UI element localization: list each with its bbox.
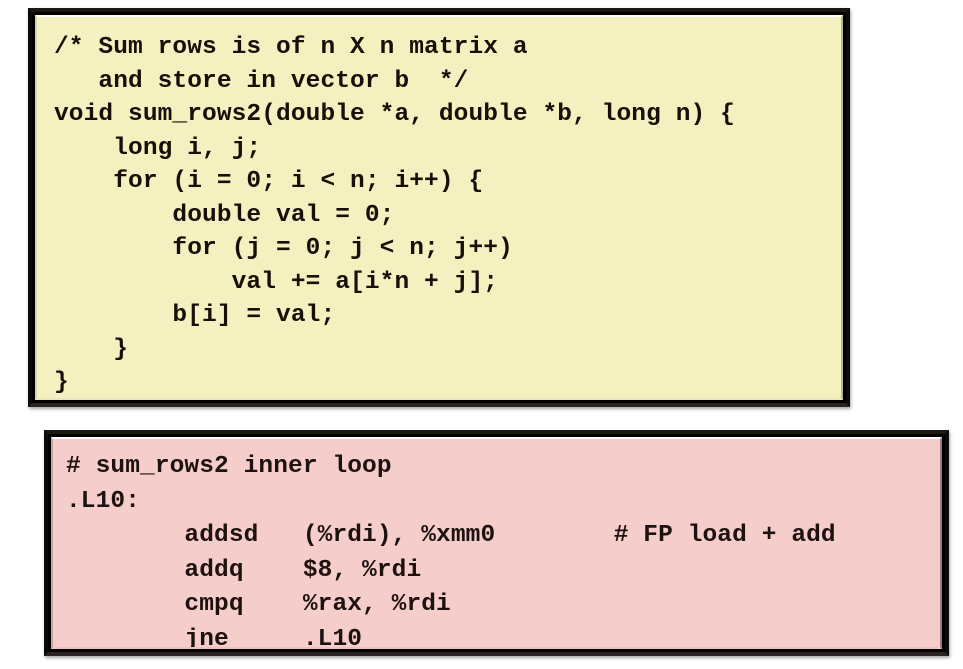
assembly-code-box: # sum_rows2 inner loop .L10: addsd (%rdi… <box>44 430 949 656</box>
c-source-code-box: /* Sum rows is of n X n matrix a and sto… <box>28 8 850 407</box>
c-source-code-text: /* Sum rows is of n X n matrix a and sto… <box>54 34 735 396</box>
assembly-code-text: # sum_rows2 inner loop .L10: addsd (%rdi… <box>66 453 836 649</box>
c-source-code-inner: /* Sum rows is of n X n matrix a and sto… <box>35 15 843 400</box>
assembly-code-inner: # sum_rows2 inner loop .L10: addsd (%rdi… <box>51 437 942 649</box>
